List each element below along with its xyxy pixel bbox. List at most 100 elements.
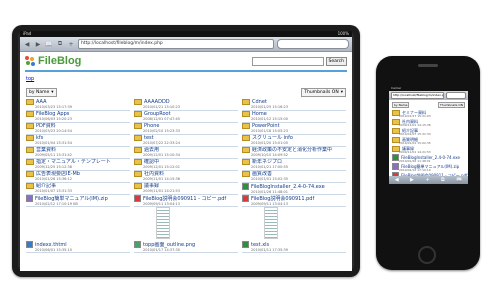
item-date: 2010/01/04 15:31:54 [35,141,73,145]
folder-item[interactable]: スクリュール info 2010/01/20 15:01:05 [242,135,346,147]
search-button[interactable]: Search [325,56,347,66]
folder-icon [26,99,34,105]
folder-item[interactable]: AAAADDD 2010/01/21 15:10:23 [134,99,238,111]
item-name: FileBlog説明会090911 - コピー.pdf [143,195,227,202]
item-date: 2009/12/25 15:12:38 [35,165,73,169]
folder-icon [242,159,250,165]
item-link[interactable]: FileBlog説明会090911.pdf [242,195,346,202]
thumbnail-row [26,207,346,241]
folder-item[interactable]: PDF資料 2010/03/23 20:14:54 [26,123,130,135]
ipad-battery: 100% [337,31,349,36]
folder-item[interactable]: 画質改善 2010/01/01 15:02:35 [242,171,346,183]
item-date: 2010/02/12 17:10:19 KB [35,202,78,206]
back-icon[interactable]: ◀ [395,177,399,183]
add-bookmark-icon[interactable]: + [67,41,75,48]
back-icon[interactable]: ◀ [23,41,31,48]
browser-search-field[interactable] [277,39,349,49]
item-date: 2010/01/18 15:05:23 [251,129,289,133]
item-date: 2010/01/26 15:36:12 [35,177,73,181]
file-item[interactable]: FileBlogInstaller_2.4-0-74.exe 2010/01/26… [242,183,346,195]
file-item[interactable]: topp画面_outline.png 2010/01/17 14:37:30 [134,241,238,253]
item-link[interactable]: FileBlog簡単マニュアル(IM).zip [26,195,130,202]
item-link[interactable]: FileBlog説明会090911 - コピー.pdf [134,195,238,202]
item-date: 2009/10/15 14:09:52 [251,153,289,157]
folder-icon [134,99,142,105]
chevron-down-icon: ▾ [340,90,343,95]
folder-item[interactable]: GroupRoot 2008/12/01 07:47:45 [134,111,238,123]
folder-item[interactable]: 確認中 2009/12/01 15:12:01 [134,159,238,171]
folder-item[interactable]: 過去用 2009/12/01 15:10:34 [134,147,238,159]
add-icon[interactable]: + [425,177,429,183]
folder-item[interactable]: FileBlog Apps 2010/06/03 15:20:23 [26,111,130,123]
folder-item[interactable]: Phone 2010/02/10 15:23:33 [134,123,238,135]
item-date: 2010/01/21 17:00:55 [251,165,289,169]
item-name: topp画面_outline.png [143,241,196,248]
item-date: 2010/01/25 15:16:23 [251,105,289,109]
folder-icon [26,147,34,153]
folder-item[interactable]: kfs 2010/01/04 15:31:54 [26,135,130,147]
pdf-thumbnail[interactable] [264,207,278,239]
forward-icon[interactable]: ▶ [410,177,414,183]
folder-item[interactable]: 新年ネジプロ 2010/01/21 17:00:55 [242,159,346,171]
item-date: 2010/02/10 15:23:33 [143,129,181,133]
item-date: 2009/05/11 15:31:42 [35,153,73,157]
forward-icon[interactable]: ▶ [34,41,42,48]
item-link[interactable]: test.xls [242,241,346,248]
iphone-search-field[interactable] [446,92,466,99]
folder-item[interactable]: PowerPoint 2010/01/18 15:05:23 [242,123,346,135]
folder-item[interactable]: 広告表現要店IE-Mb 2010/01/26 15:36:12 [26,171,130,183]
folder-item[interactable]: Cdnet 2010/01/25 15:16:23 [242,99,346,111]
home-button[interactable] [418,246,436,264]
iphone-thumbnail-select[interactable]: Thumbnails ON [438,102,465,108]
item-link[interactable]: topp画面_outline.png [134,241,238,248]
file-item[interactable]: FileBlog説明会090911.pdf 2009/09/11 13:04:13 [242,195,346,207]
folder-item[interactable]: 指定・マニュアル・テンプレート 2009/12/25 15:12:38 [26,159,130,171]
header-divider [25,70,347,72]
folder-item[interactable]: 社内資料 2009/11/01 14:15:36 [134,171,238,183]
item-link[interactable]: indexx.thtml [26,241,130,248]
item-name: FileBlogInstaller_2.4-0-74.exe [251,183,325,190]
xls-file-icon [242,241,249,248]
item-date: 2009/09/11 13:04:13 [143,202,181,206]
folder-item[interactable]: 議事録 2009/11/01 14:21:53 [134,183,238,195]
tabs-icon[interactable]: ⧉ [441,177,445,183]
iphone-screen: Carrier http://localhost/fileblog/m/inde… [389,86,468,184]
item-date: 2010/06/01 15:35:10 [35,248,73,252]
sort-select[interactable]: by Name ▾ [26,88,57,97]
folder-icon [134,183,142,189]
search-input[interactable] [251,56,324,66]
thumbnail-select[interactable]: Thumbnails ON ▾ [301,88,346,97]
ipad-carrier: iPad [23,31,32,36]
folder-item[interactable]: AAA 2010/03/23 15:17:39 [26,99,130,111]
tabs-icon[interactable]: ⧉ [56,40,64,48]
file-item[interactable]: FileBlog説明会090911 - コピー.pdf 2009/09/11 13… [134,195,238,207]
speaker-grille [418,64,438,67]
pdf-file-icon [242,195,249,202]
folder-item[interactable]: 経済政策の不安定と消化分析作業中 2009/10/15 14:09:52 [242,147,346,159]
item-link[interactable]: FileBlogInstaller_2.4-0-74.exe [242,183,346,190]
folder-icon [242,99,250,105]
iphone-address-bar[interactable]: http://localhost/fileblog/m/index.php [391,92,444,99]
folder-item[interactable]: 紹介記事 2010/01/07 15:31:33 [26,183,130,195]
bookmarks-icon[interactable]: 📖 [45,41,53,48]
pdf-thumbnail[interactable] [156,207,170,239]
item-date: 2010/01/17 14:37:30 [143,248,181,252]
file-item[interactable]: FileBlog簡単マニュアル(IM).zip 2010/02/12 17:10:… [26,195,130,207]
thumbnail-select-label: Thumbnails ON [304,90,339,95]
item-date: 2010/01/21 15:10:23 [143,105,181,109]
file-item[interactable]: test.xls 2010/01/11 17:35:39 [242,241,346,253]
folder-item[interactable]: Home 2010/01/12 15:15:00 [242,111,346,123]
item-date: 2009/12/01 15:12:01 [143,165,181,169]
folder-item[interactable]: test 2010/07/22 22:33:24 [134,135,238,147]
folder-icon [242,123,250,129]
breadcrumb-top[interactable]: top [26,76,346,82]
pdf-file-icon [134,195,141,202]
address-bar[interactable]: http://localhost/fileblog/m/index.php [78,39,274,49]
chevron-down-icon: ▾ [51,90,54,95]
folder-item[interactable]: 営業資料 2009/05/11 15:31:42 [26,147,130,159]
ipad-screen: iPad 100% ◀ ▶ 📖 ⧉ + http://localhost/fil… [20,31,352,271]
logo: FileBlog [25,55,81,67]
file-item[interactable]: indexx.thtml 2010/06/01 15:35:10 [26,241,130,253]
bookmarks-icon[interactable]: 📖 [456,177,462,183]
iphone-sort-select[interactable]: by Name [392,102,410,108]
